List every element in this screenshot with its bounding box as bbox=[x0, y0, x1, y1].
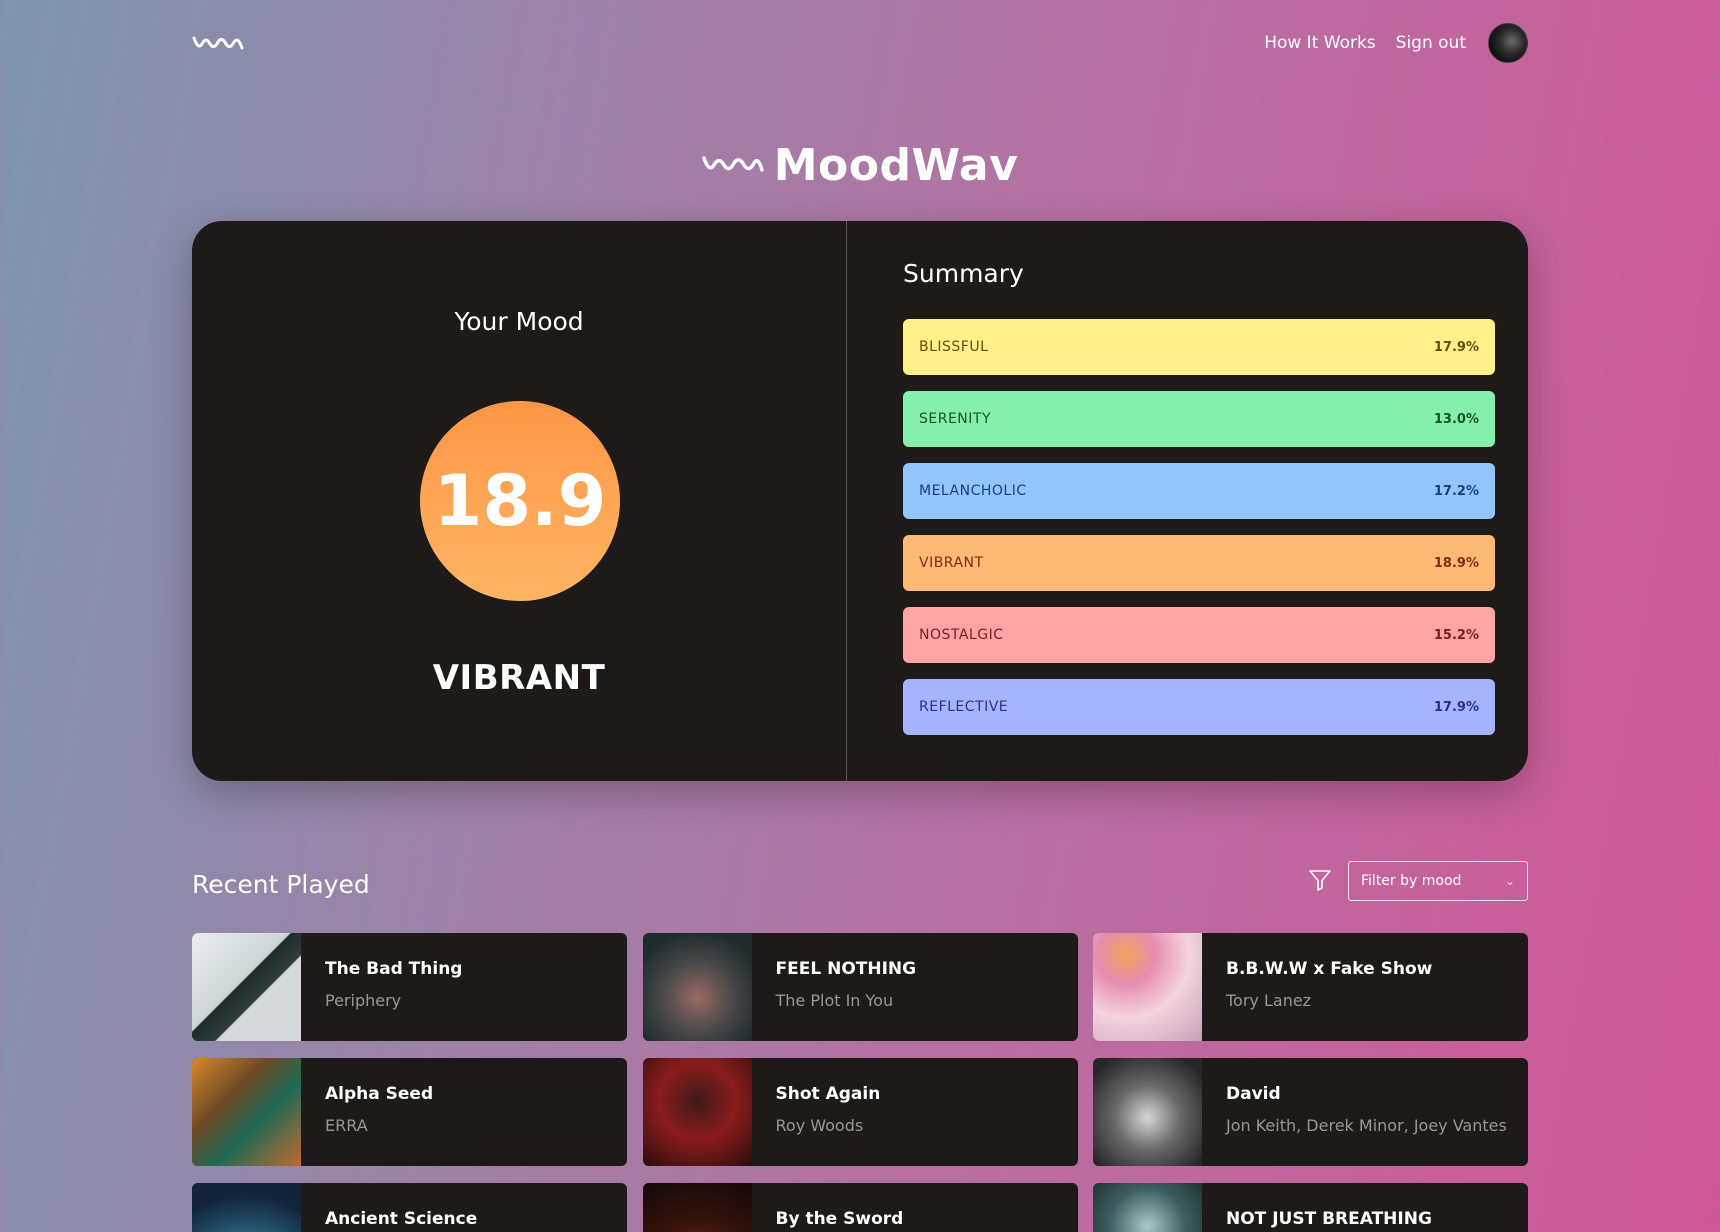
track-title: FEEL NOTHING bbox=[775, 959, 917, 979]
avatar[interactable] bbox=[1488, 23, 1528, 63]
summary-bars: BLISSFUL 17.9% SERENITY 13.0% MELANCHOLI… bbox=[903, 319, 1495, 751]
nav-links: How It Works Sign out bbox=[1244, 23, 1528, 63]
album-cover bbox=[192, 1183, 301, 1232]
top-nav: How It Works Sign out bbox=[192, 22, 1528, 64]
summary-bar: MELANCHOLIC 17.2% bbox=[903, 463, 1495, 519]
mood-panel: Your Mood 18.9 VIBRANT bbox=[192, 221, 847, 781]
wave-icon bbox=[701, 152, 764, 180]
album-cover bbox=[1093, 1058, 1202, 1166]
album-cover bbox=[192, 933, 301, 1041]
track-card[interactable]: David Jon Keith, Derek Minor, Joey Vantes bbox=[1093, 1058, 1528, 1166]
album-cover bbox=[1093, 933, 1202, 1041]
chevron-down-icon: ⌄ bbox=[1504, 874, 1515, 888]
summary-bar-value: 18.9% bbox=[1433, 555, 1479, 571]
track-card[interactable]: Alpha Seed ERRA bbox=[192, 1058, 627, 1166]
filter-icon[interactable] bbox=[1308, 868, 1332, 892]
track-artist: Roy Woods bbox=[775, 1116, 864, 1135]
summary-bar: VIBRANT 18.9% bbox=[903, 535, 1495, 591]
summary-bar-label: VIBRANT bbox=[919, 555, 984, 571]
recent-played-heading: Recent Played bbox=[192, 870, 370, 899]
summary-bar-value: 17.2% bbox=[1433, 483, 1479, 499]
track-artist: Tory Lanez bbox=[1226, 991, 1312, 1010]
your-mood-heading: Your Mood bbox=[454, 307, 584, 336]
summary-bar: NOSTALGIC 15.2% bbox=[903, 607, 1495, 663]
summary-bar-label: BLISSFUL bbox=[919, 339, 989, 355]
summary-bar-value: 17.9% bbox=[1433, 699, 1479, 715]
track-title: Shot Again bbox=[775, 1084, 881, 1104]
track-artist: Periphery bbox=[325, 991, 402, 1010]
track-title: NOT JUST BREATHING bbox=[1226, 1209, 1432, 1229]
track-title: Ancient Science bbox=[325, 1209, 478, 1229]
track-artist: Jon Keith, Derek Minor, Joey Vantes bbox=[1226, 1116, 1507, 1135]
brand: MoodWav bbox=[0, 140, 1720, 191]
mood-score-circle: 18.9 bbox=[420, 401, 620, 601]
track-title: David bbox=[1226, 1084, 1281, 1104]
album-cover bbox=[642, 1058, 752, 1166]
track-artist: The Plot In You bbox=[775, 991, 894, 1010]
summary-bar: SERENITY 13.0% bbox=[903, 391, 1495, 447]
summary-bar-label: SERENITY bbox=[919, 411, 992, 427]
track-title: The Bad Thing bbox=[325, 959, 463, 979]
track-title: By the Sword bbox=[775, 1209, 904, 1229]
track-card[interactable]: FEEL NOTHING The Plot In You bbox=[642, 933, 1078, 1041]
track-card[interactable]: The Bad Thing Periphery bbox=[192, 933, 627, 1041]
summary-heading: Summary bbox=[903, 259, 1024, 288]
mood-filter-select[interactable]: Filter by mood ⌄ bbox=[1348, 861, 1528, 901]
summary-bar-value: 15.2% bbox=[1433, 627, 1479, 643]
mood-filter-placeholder: Filter by mood bbox=[1361, 873, 1462, 889]
track-card[interactable]: NOT JUST BREATHING bbox=[1093, 1183, 1528, 1232]
album-cover bbox=[642, 933, 752, 1041]
recent-tracks-grid: The Bad Thing Periphery FEEL NOTHING The P… bbox=[192, 933, 1528, 1232]
summary-panel: Summary BLISSFUL 17.9% SERENITY 13.0% ME… bbox=[847, 221, 1528, 781]
summary-bar: REFLECTIVE 17.9% bbox=[903, 679, 1495, 735]
summary-bar-label: MELANCHOLIC bbox=[919, 483, 1027, 499]
album-cover bbox=[1093, 1183, 1202, 1232]
summary-bar: BLISSFUL 17.9% bbox=[903, 319, 1495, 375]
wave-logo-icon[interactable] bbox=[192, 33, 244, 53]
mood-card: Your Mood 18.9 VIBRANT Summary BLISSFUL … bbox=[192, 221, 1528, 781]
track-artist: ERRA bbox=[325, 1116, 368, 1135]
album-cover bbox=[642, 1183, 752, 1232]
track-card[interactable]: By the Sword bbox=[642, 1183, 1078, 1232]
summary-bar-label: NOSTALGIC bbox=[919, 627, 1004, 643]
summary-bar-value: 13.0% bbox=[1433, 411, 1479, 427]
track-title: B.B.W.W x Fake Show bbox=[1226, 959, 1433, 979]
how-it-works-link[interactable]: How It Works bbox=[1264, 33, 1375, 53]
track-title: Alpha Seed bbox=[325, 1084, 434, 1104]
mood-name: VIBRANT bbox=[432, 658, 606, 698]
summary-bar-label: REFLECTIVE bbox=[919, 699, 1009, 715]
track-card[interactable]: Shot Again Roy Woods bbox=[642, 1058, 1078, 1166]
brand-name: MoodWav bbox=[773, 140, 1019, 191]
sign-out-link[interactable]: Sign out bbox=[1396, 33, 1466, 53]
track-card[interactable]: Ancient Science bbox=[192, 1183, 627, 1232]
summary-bar-value: 17.9% bbox=[1433, 339, 1479, 355]
track-card[interactable]: B.B.W.W x Fake Show Tory Lanez bbox=[1093, 933, 1528, 1041]
album-cover bbox=[192, 1058, 301, 1166]
